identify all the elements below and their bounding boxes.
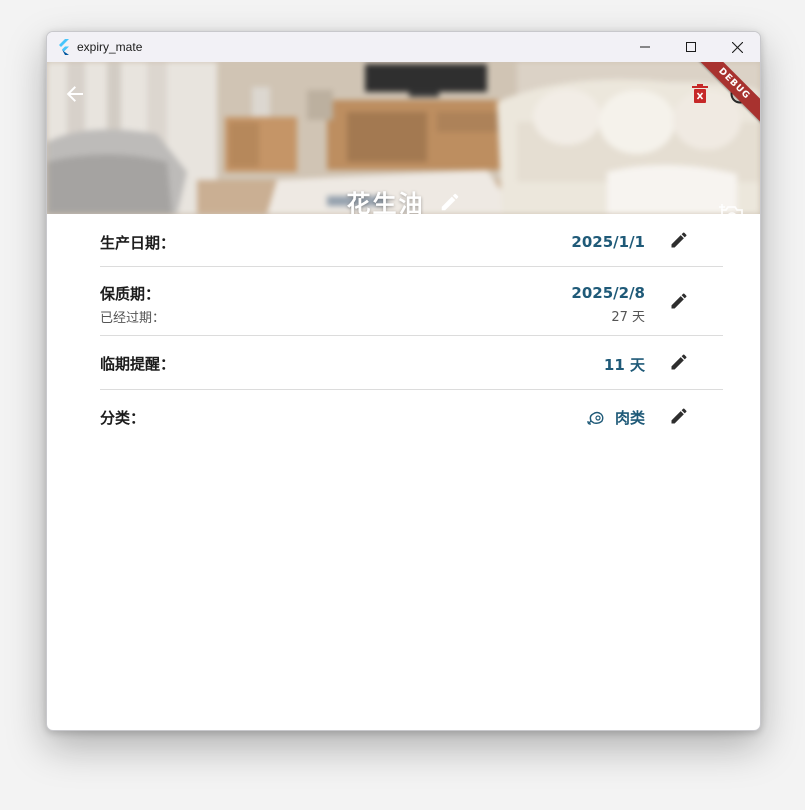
shelf-life-row: 保质期： 已经过期： 2025/2/8 27 天 <box>100 267 723 336</box>
reminder-label: 临期提醒： <box>100 355 176 373</box>
close-button[interactable] <box>714 32 760 62</box>
expired-label: 已经过期： <box>100 311 166 326</box>
change-photo-button[interactable] <box>717 202 747 214</box>
edit-production-date-button[interactable] <box>668 229 690 251</box>
edit-icon <box>671 354 687 370</box>
back-button[interactable] <box>61 80 89 108</box>
shelf-life-value: 2025/2/8 <box>571 284 645 302</box>
edit-reminder-button[interactable] <box>668 351 690 373</box>
app-window: expiry_mate DEBUG 花生油 生产日期： 2025/1/1 保质期… <box>46 31 761 731</box>
edit-shelf-life-button[interactable] <box>668 290 690 312</box>
reminder-row: 临期提醒： 11 天 <box>100 336 723 390</box>
minimize-button[interactable] <box>622 32 668 62</box>
edit-icon <box>671 293 687 309</box>
window-title: expiry_mate <box>77 40 143 54</box>
meat-icon <box>586 411 604 425</box>
delete-button[interactable] <box>687 80 713 108</box>
minimize-icon <box>640 46 650 48</box>
category-row: 分类： 肉类 <box>100 390 723 444</box>
reminder-value: 11 天 <box>603 356 645 374</box>
add-photo-icon <box>719 204 743 214</box>
production-date-value: 2025/1/1 <box>571 233 645 251</box>
flutter-logo-icon <box>59 39 69 55</box>
edit-icon <box>671 232 687 248</box>
category-label: 分类： <box>100 409 146 427</box>
title-bar: expiry_mate <box>47 32 760 62</box>
header-photo: DEBUG 花生油 <box>47 62 760 214</box>
delete-forever-icon <box>692 84 708 103</box>
item-name: 花生油 <box>346 190 425 214</box>
item-title-bar: 花生油 <box>47 184 760 214</box>
edit-name-icon[interactable] <box>439 191 461 213</box>
expired-days-value: 27 天 <box>611 310 645 325</box>
production-date-label: 生产日期： <box>100 234 176 252</box>
shelf-life-label: 保质期： <box>100 285 161 303</box>
edit-category-button[interactable] <box>668 405 690 427</box>
maximize-icon <box>686 42 696 52</box>
category-value: 肉类 <box>586 407 645 428</box>
edit-icon <box>671 408 687 424</box>
arrow-back-icon <box>66 86 83 102</box>
item-details: 生产日期： 2025/1/1 保质期： 已经过期： 2025/2/8 27 天 … <box>100 214 723 444</box>
maximize-button[interactable] <box>668 32 714 62</box>
close-icon <box>731 41 743 53</box>
production-date-row: 生产日期： 2025/1/1 <box>100 214 723 267</box>
category-text: 肉类 <box>614 409 645 427</box>
